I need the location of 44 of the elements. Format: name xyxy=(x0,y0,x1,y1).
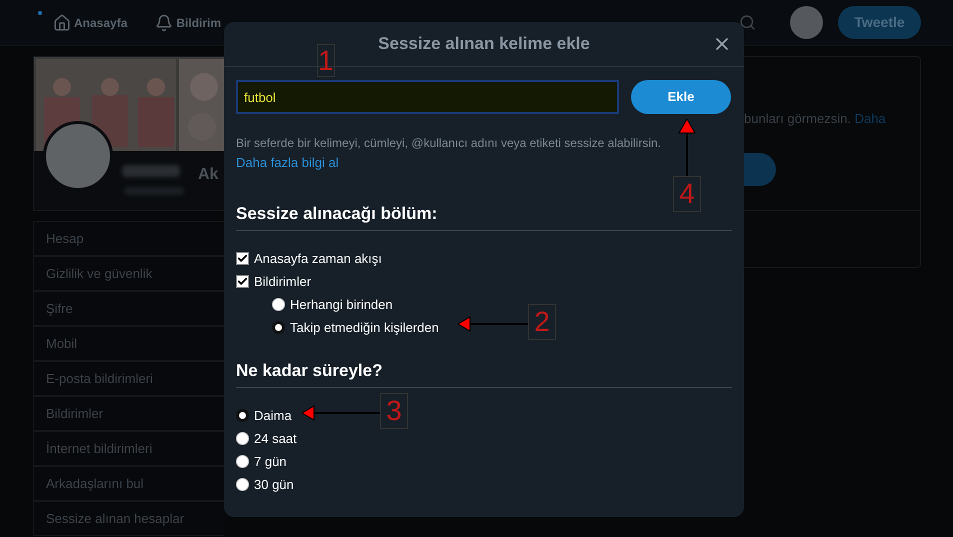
settings-menu-item[interactable]: Sessize alınan hesaplar xyxy=(33,501,224,536)
profile-name: Ak xyxy=(198,165,218,185)
annotation-arrow xyxy=(458,316,528,332)
learn-more-link[interactable]: Daha fazla bilgi al xyxy=(236,153,339,172)
option-label: Bildirimler xyxy=(254,272,312,291)
settings-menu-item[interactable]: İnternet bildirimleri xyxy=(33,431,224,466)
tweet-button[interactable]: Tweetle xyxy=(838,6,921,39)
option-label: 24 saat xyxy=(254,430,297,448)
option-label: Anasayfa zaman akışı xyxy=(254,250,382,268)
section-heading: Sessize alınacağı bölüm: xyxy=(236,203,438,225)
nav-link[interactable]: Bildirim xyxy=(155,14,222,32)
option-label: Herhangi birinden xyxy=(290,296,393,314)
annotation-arrow xyxy=(678,119,696,176)
option-label: 7 gün xyxy=(254,452,287,471)
option-label: Daima xyxy=(254,406,292,425)
avatar[interactable] xyxy=(790,6,823,39)
learn-more-link[interactable]: Daha xyxy=(854,111,886,126)
bell-icon xyxy=(155,14,174,32)
settings-menu-item[interactable]: Hesap xyxy=(33,221,224,256)
checkbox[interactable] xyxy=(236,275,249,288)
annotation-number: 2 xyxy=(528,304,556,340)
dialog-title: Sessize alınan kelime ekle xyxy=(378,33,590,56)
settings-menu-item[interactable]: Arkadaşlarını bul xyxy=(33,466,224,501)
blurred-name xyxy=(122,165,180,177)
home-icon xyxy=(53,14,71,32)
nav-link[interactable]: Anasayfa xyxy=(53,14,128,32)
option-label: Takip etmediğin kişilerden xyxy=(290,318,439,337)
radio-button[interactable] xyxy=(272,321,285,334)
help-text: Bir seferde bir kelimeyi, cümleyi, @kullanıcı adını veya etiketi sessize alabilirsin. xyxy=(236,135,662,152)
annotation-number: 1 xyxy=(317,44,335,77)
settings-menu-item[interactable]: E-posta bildirimleri xyxy=(33,361,224,396)
section-heading: Ne kadar süreyle? xyxy=(236,360,382,382)
settings-menu-item[interactable]: Şifre xyxy=(33,291,224,326)
checkbox[interactable] xyxy=(236,252,249,265)
info-text: bunları görmezsin. Daha xyxy=(744,111,886,126)
input-field[interactable]: futbol xyxy=(236,80,619,114)
settings-menu-item[interactable]: Bildirimler xyxy=(33,396,224,431)
radio-button[interactable] xyxy=(236,409,249,422)
annotation-number: 4 xyxy=(673,176,701,212)
add-button[interactable]: Ekle xyxy=(631,80,731,114)
settings-menu-item[interactable]: Gizlilik ve güvenlik xyxy=(33,256,224,291)
settings-menu-item[interactable]: Mobil xyxy=(33,326,224,361)
option-label: 30 gün xyxy=(254,476,294,494)
annotation-number: 3 xyxy=(380,393,408,429)
